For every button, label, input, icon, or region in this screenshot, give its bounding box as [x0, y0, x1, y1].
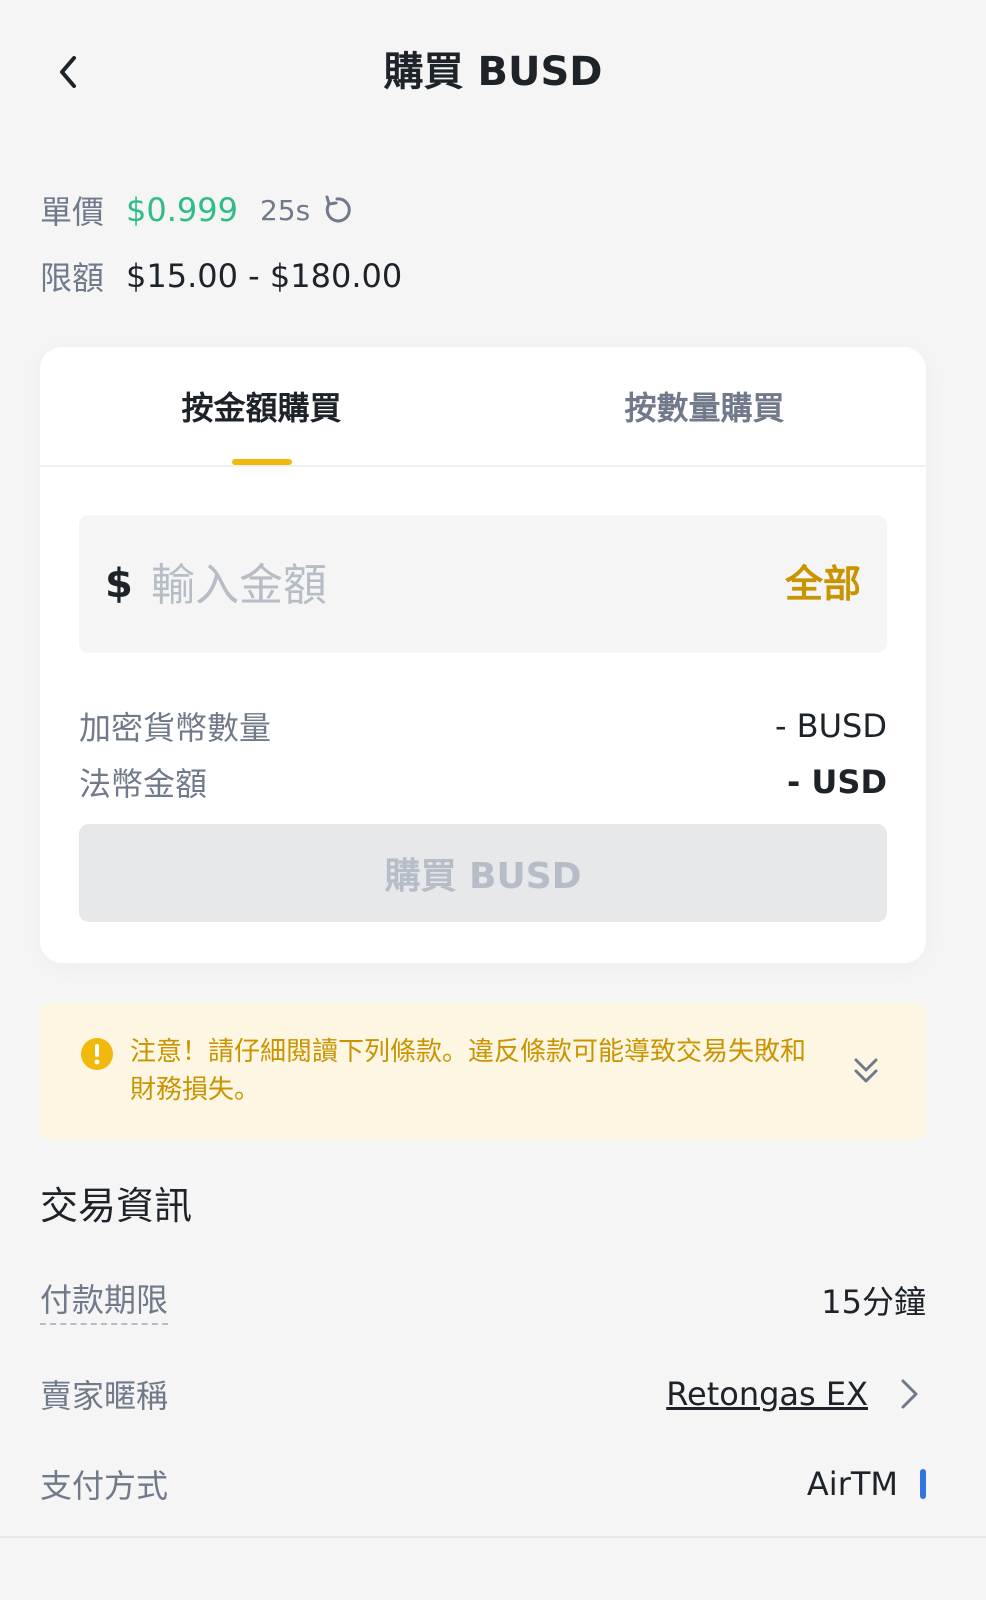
seller-label: 賣家暱稱	[40, 1377, 169, 1415]
amount-input[interactable]	[149, 549, 713, 621]
payment-method-row: 支付方式 AirTM	[40, 1454, 926, 1514]
page-title: 購買 BUSD	[383, 49, 603, 95]
payment-period-row: 付款期限 15分鐘	[40, 1270, 926, 1330]
fiat-amount-label: 法幣金額	[79, 765, 208, 803]
currency-sign: $	[105, 561, 133, 607]
unit-price-row: 單價 $0.999 25s	[40, 184, 354, 236]
limit-row: 限額 $15.00 - $180.00	[40, 250, 402, 302]
payment-method-value-group: AirTM	[807, 1465, 926, 1503]
purchase-card: 按金額購買 按數量購買 $ 全部 加密貨幣數量 - BUSD 法幣金額 - US…	[40, 347, 926, 963]
seller-row: 賣家暱稱 Retongas EX	[40, 1364, 926, 1424]
fiat-amount-row: 法幣金額 - USD	[79, 757, 887, 807]
all-amount-button[interactable]: 全部	[785, 515, 861, 653]
refresh-icon[interactable]	[320, 193, 354, 227]
fiat-amount-value: - USD	[786, 763, 887, 801]
unit-price-label: 單價	[40, 193, 105, 231]
limit-value: $15.00 - $180.00	[126, 257, 403, 295]
purchase-mode-tabs: 按金額購買 按數量購買	[40, 347, 926, 467]
terms-notice: 注意！請仔細閱讀下列條款。違反條款可能導致交易失敗和財務損失。	[40, 1003, 926, 1139]
bottom-divider	[0, 1536, 986, 1538]
crypto-amount-label: 加密貨幣數量	[79, 709, 272, 747]
notice-text: 注意！請仔細閱讀下列條款。違反條款可能導致交易失敗和財務損失。	[130, 1037, 807, 1105]
trade-info-title: 交易資訊	[40, 1184, 193, 1228]
payment-method-marker	[920, 1469, 926, 1499]
limit-label: 限額	[40, 259, 105, 297]
tab-buy-by-quantity[interactable]: 按數量購買	[483, 347, 926, 465]
exclamation-circle-icon	[81, 1038, 113, 1070]
unit-price-value: $0.999	[126, 191, 238, 229]
seller-value-group: Retongas EX	[666, 1375, 926, 1413]
buy-button[interactable]: 購買 BUSD	[79, 824, 887, 922]
chevron-right-icon[interactable]	[892, 1377, 926, 1411]
crypto-amount-value: - BUSD	[774, 707, 887, 745]
double-chevron-down-icon[interactable]	[846, 1051, 886, 1091]
crypto-amount-row: 加密貨幣數量 - BUSD	[79, 701, 887, 751]
payment-method-label: 支付方式	[40, 1467, 169, 1505]
active-tab-indicator	[232, 459, 292, 465]
price-countdown: 25s	[259, 193, 311, 227]
tab-buy-by-amount[interactable]: 按金額購買	[40, 347, 483, 465]
payment-period-value: 15分鐘	[821, 1283, 926, 1321]
seller-name-link[interactable]: Retongas EX	[666, 1375, 868, 1413]
payment-method-value: AirTM	[806, 1465, 898, 1503]
amount-input-box: $ 全部	[79, 515, 887, 653]
payment-period-label[interactable]: 付款期限	[40, 1275, 169, 1325]
